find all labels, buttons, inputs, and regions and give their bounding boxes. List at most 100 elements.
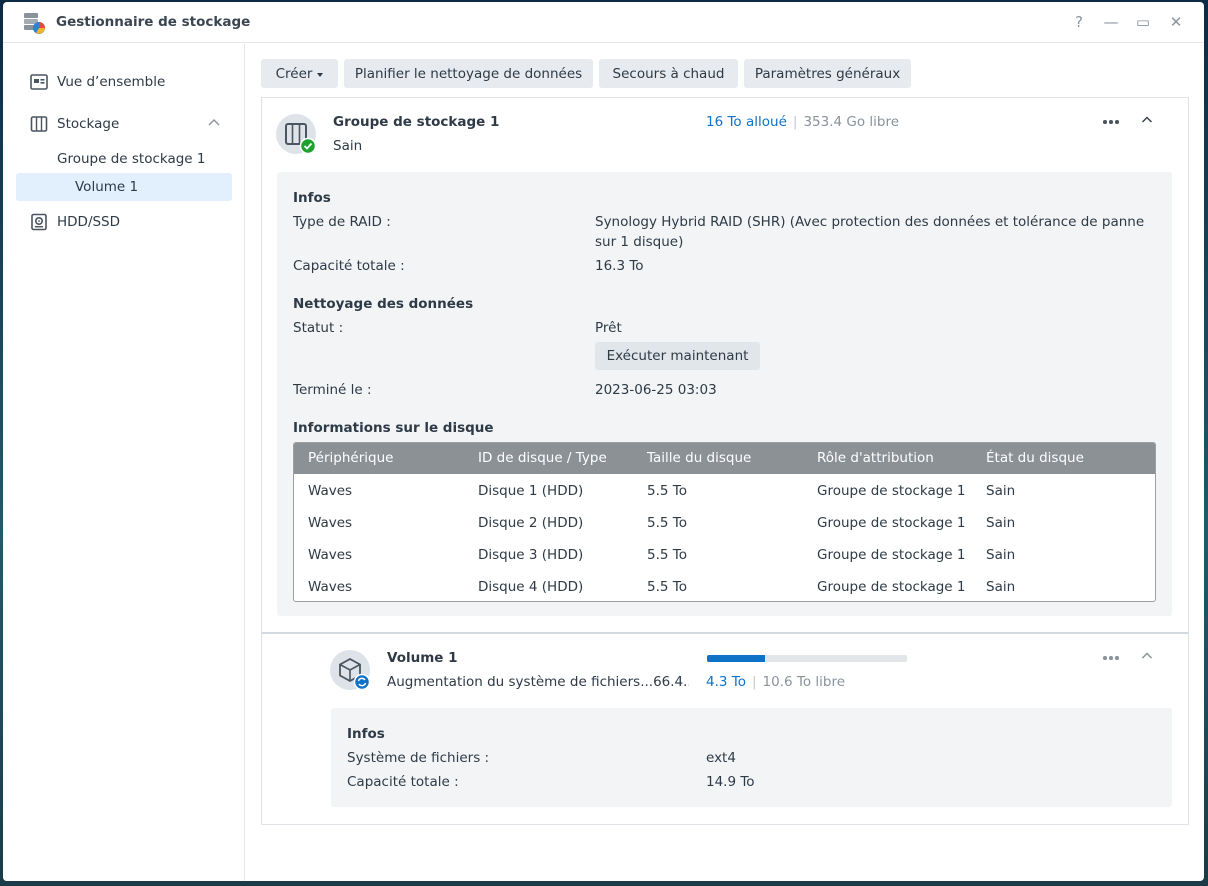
sidebar-item-volume-1[interactable]: Volume 1 [16,173,232,201]
separator: | [792,114,798,130]
table-row[interactable]: Waves Disque 3 (HDD) 5.5 To Groupe de st… [294,539,1155,571]
help-button[interactable]: ? [1069,12,1089,32]
cell-role: Groupe de stockage 1 [817,579,966,595]
table-header: Périphérique ID de disque / Type Taille … [294,443,1155,474]
pool-usage-summary: 16 To alloué | 353.4 Go libre [706,114,899,130]
raid-type-label: Type de RAID : [293,214,391,230]
volume-card: Volume 1 Augmentation du système de fich… [261,634,1189,825]
storage-manager-window: Gestionnaire de stockage ? — ▭ ✕ Vue d’e… [3,2,1204,881]
schedule-data-scrubbing-button[interactable]: Planifier le nettoyage de données [344,59,593,88]
volume-usage-bar [707,655,907,662]
chevron-up-icon[interactable] [206,115,222,131]
close-button[interactable]: ✕ [1166,12,1186,32]
pool-title: Groupe de stockage 1 [333,114,500,130]
cell-disk-id: Disque 4 (HDD) [478,579,584,595]
total-capacity-label: Capacité totale : [347,774,459,790]
volume-used: 4.3 To [706,674,746,690]
pool-info-panel: Infos Type de RAID : Synology Hybrid RAI… [277,172,1172,616]
sidebar-item-storage[interactable]: Stockage [16,110,232,138]
total-capacity-value: 14.9 To [706,774,755,790]
disk-table: Périphérique ID de disque / Type Taille … [293,442,1156,602]
volume-usage-summary: 4.3 To | 10.6 To libre [706,674,845,690]
overview-icon [30,74,48,90]
cell-status: Sain [986,547,1016,563]
scrub-status-value: Prêt [595,320,622,336]
cell-size: 5.5 To [647,483,687,499]
cell-device: Waves [308,547,353,563]
run-now-button[interactable]: Exécuter maintenant [595,342,760,370]
create-button-label: Créer [275,65,313,82]
volume-usage-fill [707,655,765,662]
cell-status: Sain [986,515,1016,531]
sidebar-item-storage-pool-1[interactable]: Groupe de stockage 1 [16,145,232,173]
finished-value: 2023-06-25 03:03 [595,382,717,398]
disk-info-heading: Informations sur le disque [293,420,494,436]
total-capacity-value: 16.3 To [595,258,644,274]
cell-role: Groupe de stockage 1 [817,483,966,499]
raid-type-value: Synology Hybrid RAID (SHR) (Avec protect… [595,214,1145,250]
maximize-button[interactable]: ▭ [1133,12,1153,32]
main-content: Créer Planifier le nettoyage de données … [246,44,1204,881]
title-bar: Gestionnaire de stockage ? — ▭ ✕ [3,2,1204,43]
filesystem-label: Système de fichiers : [347,750,490,766]
filesystem-value: ext4 [706,750,736,766]
column-header-disk-id[interactable]: ID de disque / Type [478,450,607,466]
more-options-icon[interactable] [1102,653,1122,663]
cell-device: Waves [308,483,353,499]
table-row[interactable]: Waves Disque 1 (HDD) 5.5 To Groupe de st… [294,475,1155,507]
window-title: Gestionnaire de stockage [56,14,251,30]
storage-manager-app-icon [24,13,45,34]
cell-disk-id: Disque 2 (HDD) [478,515,584,531]
cell-device: Waves [308,579,353,595]
hdd-icon [31,213,47,231]
cell-size: 5.5 To [647,579,687,595]
table-row[interactable]: Waves Disque 2 (HDD) 5.5 To Groupe de st… [294,507,1155,539]
general-settings-button[interactable]: Paramètres généraux [744,59,911,88]
storage-pool-card: Groupe de stockage 1 Sain 16 To alloué | 3… [261,97,1189,634]
volume-icon [330,650,371,691]
sidebar-item-label: Groupe de stockage 1 [57,151,206,167]
sidebar: Vue d’ensemble Stockage Groupe de stocka… [3,44,245,881]
pool-allocated: 16 To alloué [706,114,787,130]
column-header-status[interactable]: État du disque [986,450,1084,466]
chevron-up-icon[interactable] [1140,113,1154,127]
storage-pool-icon [276,114,317,155]
column-header-device[interactable]: Périphérique [308,450,393,466]
create-dropdown-button[interactable]: Créer [261,59,338,88]
finished-label: Terminé le : [293,382,372,398]
sidebar-item-label: Volume 1 [75,179,139,195]
cell-role: Groupe de stockage 1 [817,547,966,563]
pool-free: 353.4 Go libre [803,114,900,130]
sidebar-item-hdd-ssd[interactable]: HDD/SSD [16,208,232,236]
chevron-up-icon[interactable] [1140,649,1154,663]
caret-down-icon [317,72,324,77]
data-scrubbing-heading: Nettoyage des données [293,296,474,312]
sidebar-item-label: HDD/SSD [57,214,121,230]
cell-disk-id: Disque 1 (HDD) [478,483,584,499]
volume-title: Volume 1 [387,650,458,666]
sidebar-item-label: Vue d’ensemble [57,74,166,90]
sidebar-item-overview[interactable]: Vue d’ensemble [16,68,232,96]
more-options-icon[interactable] [1102,117,1122,127]
cell-size: 5.5 To [647,515,687,531]
minimize-button[interactable]: — [1101,12,1121,32]
pool-status: Sain [333,138,363,154]
scrub-status-label: Statut : [293,320,344,336]
hot-spare-button[interactable]: Secours à chaud [599,59,738,88]
column-header-role[interactable]: Rôle d'attribution [817,450,934,466]
column-header-size[interactable]: Taille du disque [647,450,751,466]
cell-disk-id: Disque 3 (HDD) [478,547,584,563]
info-heading: Infos [347,726,385,742]
volume-status: Augmentation du système de fichiers...66… [387,674,689,690]
info-heading: Infos [293,190,331,206]
cell-device: Waves [308,515,353,531]
storage-icon [30,116,48,132]
cell-role: Groupe de stockage 1 [817,515,966,531]
cell-size: 5.5 To [647,547,687,563]
table-row[interactable]: Waves Disque 4 (HDD) 5.5 To Groupe de st… [294,571,1155,601]
total-capacity-label: Capacité totale : [293,258,405,274]
cell-status: Sain [986,483,1016,499]
volume-free: 10.6 To libre [762,674,846,690]
separator: | [751,674,757,690]
volume-info-panel: Infos Système de fichiers : ext4 Capacit… [331,708,1172,807]
